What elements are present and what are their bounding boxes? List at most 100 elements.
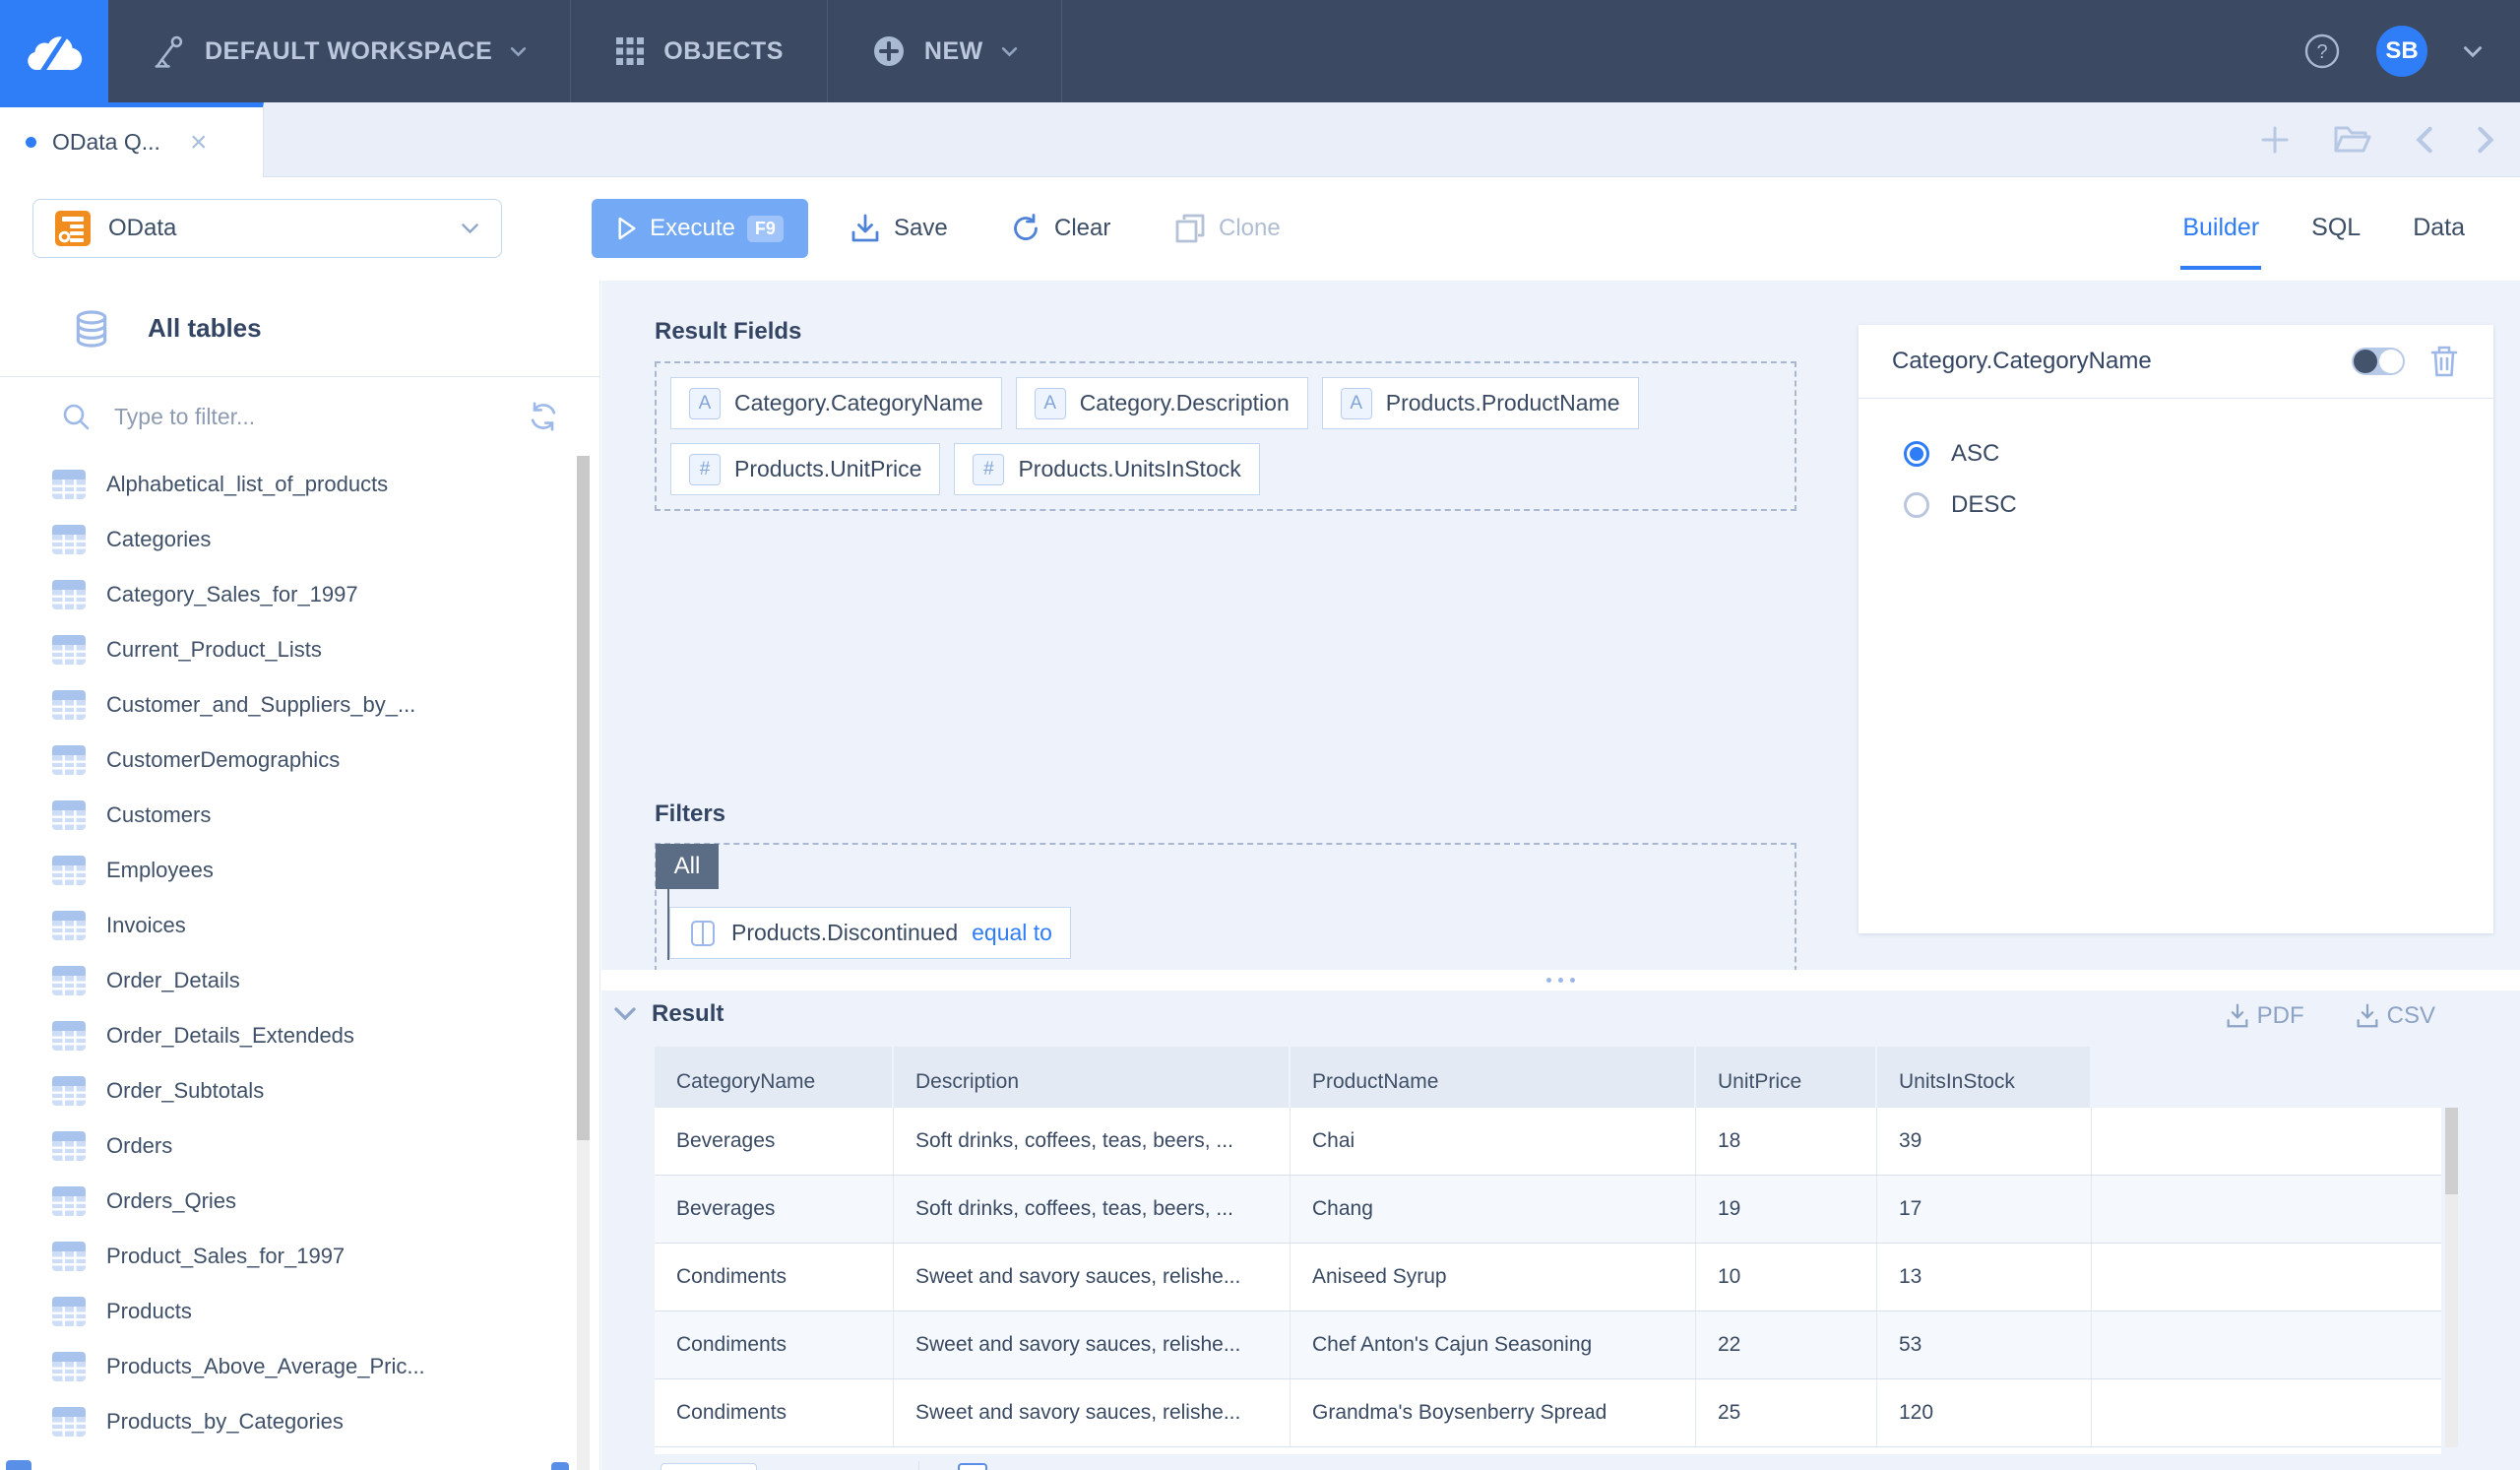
app-logo[interactable] [0,0,108,102]
result-fields-dropzone[interactable]: A Category.CategoryName ACategory.Descript… [655,361,1796,511]
result-field-chip[interactable]: #Products.UnitsInStock [954,443,1259,495]
table-row[interactable]: CondimentsSweet and savory sauces, relis… [655,1311,2441,1379]
clear-label: Clear [1054,215,1110,242]
column-header[interactable]: ProductName [1291,1047,1696,1108]
table-row[interactable]: CondimentsSweet and savory sauces, relis… [655,1379,2441,1447]
pagination-divider [918,1461,919,1470]
result-field-chip[interactable]: ACategory.Description [1016,377,1308,429]
field-properties-panel: Category.CategoryName ASCDESC [1858,325,2493,933]
sidebar-table-item[interactable]: Alphabetical_list_of_products [0,457,577,512]
table-icon [51,634,87,666]
table-filter-input[interactable] [112,403,505,431]
tab-odata-query[interactable]: OData Q... × [0,102,264,177]
column-header[interactable]: UnitsInStock [1877,1047,2092,1108]
sidebar-scrollbar-thumb[interactable] [577,456,590,1140]
close-icon[interactable]: × [190,128,208,158]
refresh-icon[interactable] [527,400,560,433]
column-header[interactable]: Description [894,1047,1291,1108]
sidebar-table-item[interactable]: Products [0,1284,577,1339]
sidebar-table-item[interactable]: Customer_and_Suppliers_by_... [0,677,577,733]
table-row[interactable]: BeveragesSoft drinks, coffees, teas, bee… [655,1108,2441,1176]
search-icon [61,402,91,431]
execute-shortcut-badge: F9 [747,216,784,242]
result-field-chip[interactable]: #Products.UnitPrice [670,443,940,495]
filter-condition-chip[interactable]: Products.Discontinued equal to [669,907,1071,959]
database-icon [71,308,112,350]
sidebar-table-item[interactable]: Products_by_Categories [0,1394,577,1449]
clear-icon [1009,212,1042,245]
sidebar-table-item[interactable]: Current_Product_Lists [0,622,577,677]
collapse-chevron-icon[interactable] [613,1006,637,1021]
result-grid-scrollbar-thumb[interactable] [2445,1108,2458,1194]
table-icon [51,799,87,831]
table-name: Products_by_Categories [106,1409,344,1435]
sort-direction-option-desc[interactable]: DESC [1904,491,2448,519]
filter-operator-link[interactable]: equal to [972,920,1052,946]
sidebar-table-item[interactable]: CustomerDemographics [0,733,577,788]
sidebar-table-item[interactable]: Invoices [0,898,577,953]
sidebar-table-item[interactable]: Category_Sales_for_1997 [0,567,577,622]
help-icon[interactable]: ? [2303,32,2341,70]
table-icon [51,469,87,500]
sidebar-table-item[interactable]: Order_Subtotals [0,1063,577,1118]
filter-group-badge[interactable]: All [656,844,719,889]
clone-button[interactable]: Clone [1173,199,1281,258]
filters-dropzone[interactable]: All Products.Discontinued equal to [655,843,1796,972]
radio-desc[interactable] [1904,492,1929,518]
execute-label: Execute [650,215,735,242]
text-field-icon: A [689,388,721,419]
table-cell: Soft drinks, coffees, teas, beers, ... [894,1108,1291,1175]
field-toggle[interactable] [2352,348,2405,375]
objects-menu-button[interactable]: OBJECTS [571,0,828,102]
result-field-chip[interactable]: AProducts.ProductName [1322,377,1639,429]
query-tab-bar: OData Q... × [0,102,2520,177]
sort-direction-option-asc[interactable]: ASC [1904,440,2448,468]
table-row[interactable]: CondimentsSweet and savory sauces, relis… [655,1244,2441,1311]
save-button[interactable]: Save [849,199,948,258]
result-field-chip[interactable]: A Category.CategoryName [670,377,1002,429]
export-pdf-button[interactable]: PDF [2224,1002,2304,1030]
sidebar-table-item[interactable]: Orders_Qries [0,1174,577,1229]
connector-select[interactable]: OData [32,199,502,258]
view-tab-data[interactable]: Data [2411,189,2467,270]
sidebar-table-item[interactable]: Customers [0,788,577,843]
table-cell: Sweet and savory sauces, relishe... [894,1379,1291,1446]
trash-icon[interactable] [2428,344,2460,379]
table-row[interactable]: BeveragesSoft drinks, coffees, teas, bee… [655,1176,2441,1244]
sidebar-table-item[interactable]: Orders [0,1118,577,1174]
result-grid-scrollbar[interactable] [2445,1108,2458,1447]
table-icon [51,689,87,721]
export-csv-button[interactable]: CSV [2354,1002,2435,1030]
workspace-switcher[interactable]: DEFAULT WORKSPACE [108,0,571,102]
sidebar-table-item[interactable]: Employees [0,843,577,898]
panel-splitter[interactable] [601,970,2520,991]
unsaved-dot [26,137,36,148]
radio-asc[interactable] [1904,441,1929,467]
sidebar-table-item[interactable]: Categories [0,512,577,567]
avatar[interactable]: SB [2376,26,2427,77]
view-tab-sql[interactable]: SQL [2309,189,2362,270]
clone-label: Clone [1219,215,1281,242]
clear-button[interactable]: Clear [1009,199,1110,258]
account-chevron-down-icon[interactable] [2463,45,2483,58]
field-name: Category.CategoryName [734,390,983,416]
add-tab-icon[interactable] [2260,125,2290,155]
table-cell: Beverages [655,1108,894,1175]
view-tab-builder[interactable]: Builder [2180,189,2261,270]
prev-tab-chevron-icon[interactable] [2416,126,2433,154]
sidebar-table-item[interactable]: Order_Details_Extendeds [0,1008,577,1063]
column-header[interactable]: CategoryName [655,1047,894,1108]
export-buttons: PDF CSV [2224,1002,2435,1030]
connector-label: OData [108,215,176,242]
sidebar-table-item[interactable]: Order_Details [0,953,577,1008]
field-name: Products.ProductName [1386,390,1620,416]
column-header[interactable]: UnitPrice [1696,1047,1877,1108]
sidebar-scrollbar[interactable] [577,456,590,1470]
sidebar-table-item[interactable]: Products_Above_Average_Pric... [0,1339,577,1394]
sidebar-table-item[interactable]: Product_Sales_for_1997 [0,1229,577,1284]
new-menu-button[interactable]: NEW [828,0,1062,102]
next-tab-chevron-icon[interactable] [2477,126,2494,154]
table-icon [51,744,87,776]
execute-button[interactable]: Execute F9 [592,199,808,258]
open-folder-icon[interactable] [2333,123,2372,157]
